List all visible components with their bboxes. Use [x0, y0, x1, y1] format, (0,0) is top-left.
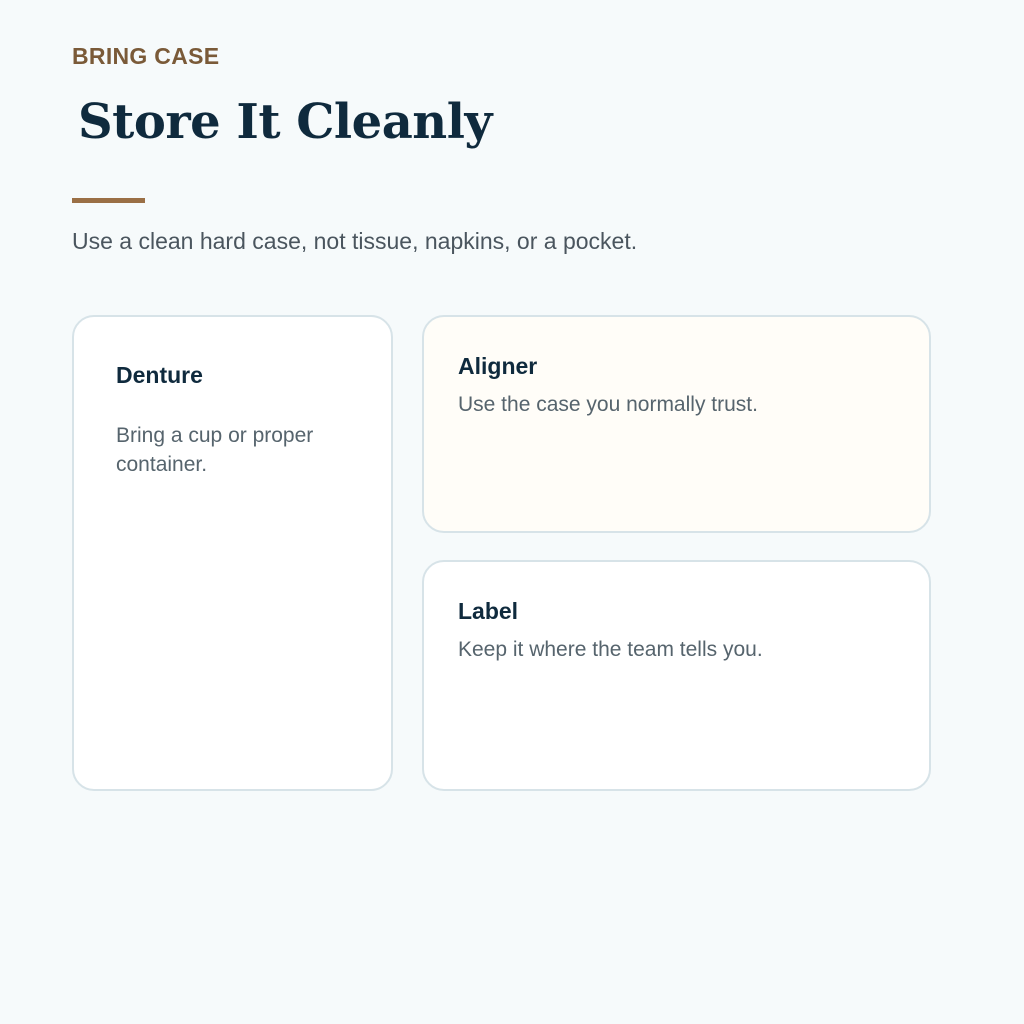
denture-card-body: Bring a cup or proper container.	[116, 424, 314, 476]
denture-card: Denture Bring a cup or proper container.	[72, 315, 393, 791]
page-subtitle: Use a clean hard case, not tissue, napki…	[72, 228, 638, 254]
label-card-title: Label	[458, 598, 519, 624]
label-card: Label Keep it where the team tells you.	[422, 560, 931, 791]
eyebrow-label: BRING CASE	[72, 43, 220, 69]
aligner-card-body: Use the case you normally trust.	[458, 393, 758, 416]
aligner-card: Aligner Use the case you normally trust.	[422, 315, 931, 533]
aligner-card-title: Aligner	[458, 353, 538, 379]
denture-card-title: Denture	[116, 362, 203, 388]
label-card-body: Keep it where the team tells you.	[458, 638, 763, 661]
page-title: Store It Cleanly	[78, 94, 492, 150]
accent-divider	[72, 198, 145, 203]
